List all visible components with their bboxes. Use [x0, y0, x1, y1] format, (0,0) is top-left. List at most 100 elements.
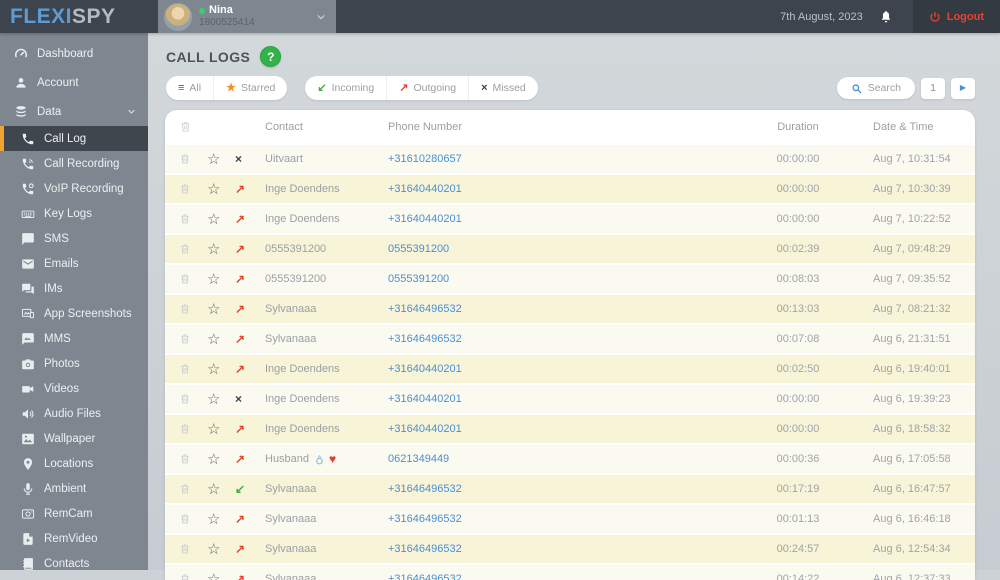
power-icon: [929, 11, 941, 23]
sidebar-item-locations[interactable]: Locations: [0, 451, 148, 476]
sidebar-item-label: App Screenshots: [44, 308, 132, 320]
filter-outgoing-button[interactable]: ↗Outgoing: [386, 76, 468, 100]
phone-number-link[interactable]: +31646496532: [388, 333, 723, 345]
outgoing-call-icon: ↗: [231, 573, 265, 580]
filter-missed-button[interactable]: ×Missed: [468, 76, 538, 100]
phone-number-link[interactable]: +31646496532: [388, 483, 723, 495]
trash-icon[interactable]: [179, 303, 191, 316]
sidebar-item-data[interactable]: Data: [0, 97, 148, 126]
star-toggle-icon[interactable]: ☆: [205, 332, 220, 347]
star-toggle-icon[interactable]: ☆: [205, 452, 220, 467]
trash-icon[interactable]: [179, 153, 191, 166]
star-toggle-icon[interactable]: ☆: [205, 362, 220, 377]
filter-all-button[interactable]: ≡All: [166, 76, 213, 100]
column-datetime: Date & Time: [873, 121, 975, 133]
trash-icon[interactable]: [179, 423, 191, 436]
phone-number-link[interactable]: +31640440201: [388, 393, 723, 405]
contact-name: 0555391200: [265, 273, 388, 285]
star-toggle-icon[interactable]: ☆: [205, 152, 220, 167]
star-toggle-icon[interactable]: ☆: [205, 572, 220, 580]
star-toggle-icon[interactable]: ☆: [205, 242, 220, 257]
trash-icon[interactable]: [179, 573, 191, 580]
flexispy-logo[interactable]: FLEXISPY: [0, 5, 158, 29]
trash-icon[interactable]: [179, 543, 191, 556]
trash-icon[interactable]: [179, 183, 191, 196]
user-menu[interactable]: Nina 1800525414: [158, 0, 336, 33]
contact-name: Uitvaart: [265, 153, 388, 165]
phone-number-link[interactable]: +31646496532: [388, 303, 723, 315]
sidebar-item-dashboard[interactable]: Dashboard: [0, 39, 148, 68]
search-button[interactable]: Search: [837, 77, 915, 99]
trash-icon[interactable]: [179, 363, 191, 376]
trash-icon[interactable]: [179, 453, 191, 466]
sidebar-item-mms[interactable]: MMS: [0, 326, 148, 351]
sidebar-item-contacts[interactable]: Contacts: [0, 551, 148, 576]
contact-name: Husband♥: [265, 453, 388, 465]
trash-icon[interactable]: [179, 513, 191, 526]
table-row: ☆↗0555391200055539120000:08:03Aug 7, 09:…: [165, 263, 975, 293]
trash-icon[interactable]: [179, 243, 191, 256]
phone-number-link[interactable]: +31640440201: [388, 363, 723, 375]
sidebar-item-photos[interactable]: Photos: [0, 351, 148, 376]
star-toggle-icon[interactable]: ☆: [205, 272, 220, 287]
sidebar-item-label: Ambient: [44, 483, 86, 495]
delete-all-icon[interactable]: [179, 120, 192, 134]
call-duration: 00:08:03: [777, 273, 820, 285]
phone-number-link[interactable]: +31640440201: [388, 213, 723, 225]
sidebar-item-key-logs[interactable]: Key Logs: [0, 201, 148, 226]
sidebar-item-ims[interactable]: IMs: [0, 276, 148, 301]
sidebar-item-label: RemCam: [44, 508, 93, 520]
sidebar-item-voip-recording[interactable]: VoIP Recording: [0, 176, 148, 201]
next-page-button[interactable]: ▶: [951, 78, 975, 99]
phone-number-link[interactable]: 0555391200: [388, 273, 723, 285]
filter-incoming-button[interactable]: ↙Incoming: [305, 76, 386, 100]
star-toggle-icon[interactable]: ☆: [205, 392, 220, 407]
table-row: ☆↗Inge Doendens+3164044020100:00:00Aug 7…: [165, 173, 975, 203]
filter-group-direction: ↙Incoming↗Outgoing×Missed: [305, 76, 537, 100]
sidebar-item-remcam[interactable]: RemCam: [0, 501, 148, 526]
logout-button[interactable]: Logout: [913, 0, 1000, 33]
trash-icon[interactable]: [179, 213, 191, 226]
star-toggle-icon[interactable]: ☆: [205, 512, 220, 527]
phone-number-link[interactable]: +31640440201: [388, 183, 723, 195]
star-toggle-icon[interactable]: ☆: [205, 422, 220, 437]
phone-number-link[interactable]: +31646496532: [388, 513, 723, 525]
sidebar-item-emails[interactable]: Emails: [0, 251, 148, 276]
sidebar-item-account[interactable]: Account: [0, 68, 148, 97]
star-toggle-icon[interactable]: ☆: [205, 482, 220, 497]
trash-icon[interactable]: [179, 273, 191, 286]
phone-number-link[interactable]: +31610280657: [388, 153, 723, 165]
notifications-bell-icon[interactable]: [879, 9, 893, 24]
call-datetime: Aug 7, 09:35:52: [873, 273, 975, 285]
mms-icon: [21, 332, 35, 346]
star-toggle-icon[interactable]: ☆: [205, 182, 220, 197]
star-toggle-icon[interactable]: ☆: [205, 212, 220, 227]
star-toggle-icon[interactable]: ☆: [205, 302, 220, 317]
sidebar-item-ambient[interactable]: Ambient: [0, 476, 148, 501]
phone-number-link[interactable]: 0621349449: [388, 453, 723, 465]
trash-icon[interactable]: [179, 333, 191, 346]
call-datetime: Aug 6, 18:58:32: [873, 423, 975, 435]
sidebar-item-wallpaper[interactable]: Wallpaper: [0, 426, 148, 451]
filter-starred-button[interactable]: ★Starred: [213, 76, 287, 100]
sidebar-item-remvideo[interactable]: RemVideo: [0, 526, 148, 551]
trash-icon[interactable]: [179, 393, 191, 406]
sidebar-item-call-log[interactable]: Call Log: [0, 126, 148, 151]
star-toggle-icon[interactable]: ☆: [205, 542, 220, 557]
phone-number-link[interactable]: +31646496532: [388, 543, 723, 555]
outgoing-call-icon: ↗: [231, 453, 265, 465]
outgoing-call-icon: ↗: [231, 303, 265, 315]
sidebar-item-audio-files[interactable]: Audio Files: [0, 401, 148, 426]
filter-label: All: [189, 82, 201, 94]
sidebar-item-app-screenshots[interactable]: App Screenshots: [0, 301, 148, 326]
sidebar-item-call-recording[interactable]: Call Recording: [0, 151, 148, 176]
page-number-button[interactable]: 1: [921, 78, 945, 99]
help-button[interactable]: ?: [260, 46, 281, 67]
sidebar-item-sms[interactable]: SMS: [0, 226, 148, 251]
phone-number-link[interactable]: +31646496532: [388, 573, 723, 580]
sidebar-item-label: Photos: [44, 358, 80, 370]
sidebar-item-videos[interactable]: Videos: [0, 376, 148, 401]
phone-number-link[interactable]: 0555391200: [388, 243, 723, 255]
trash-icon[interactable]: [179, 483, 191, 496]
phone-number-link[interactable]: +31640440201: [388, 423, 723, 435]
